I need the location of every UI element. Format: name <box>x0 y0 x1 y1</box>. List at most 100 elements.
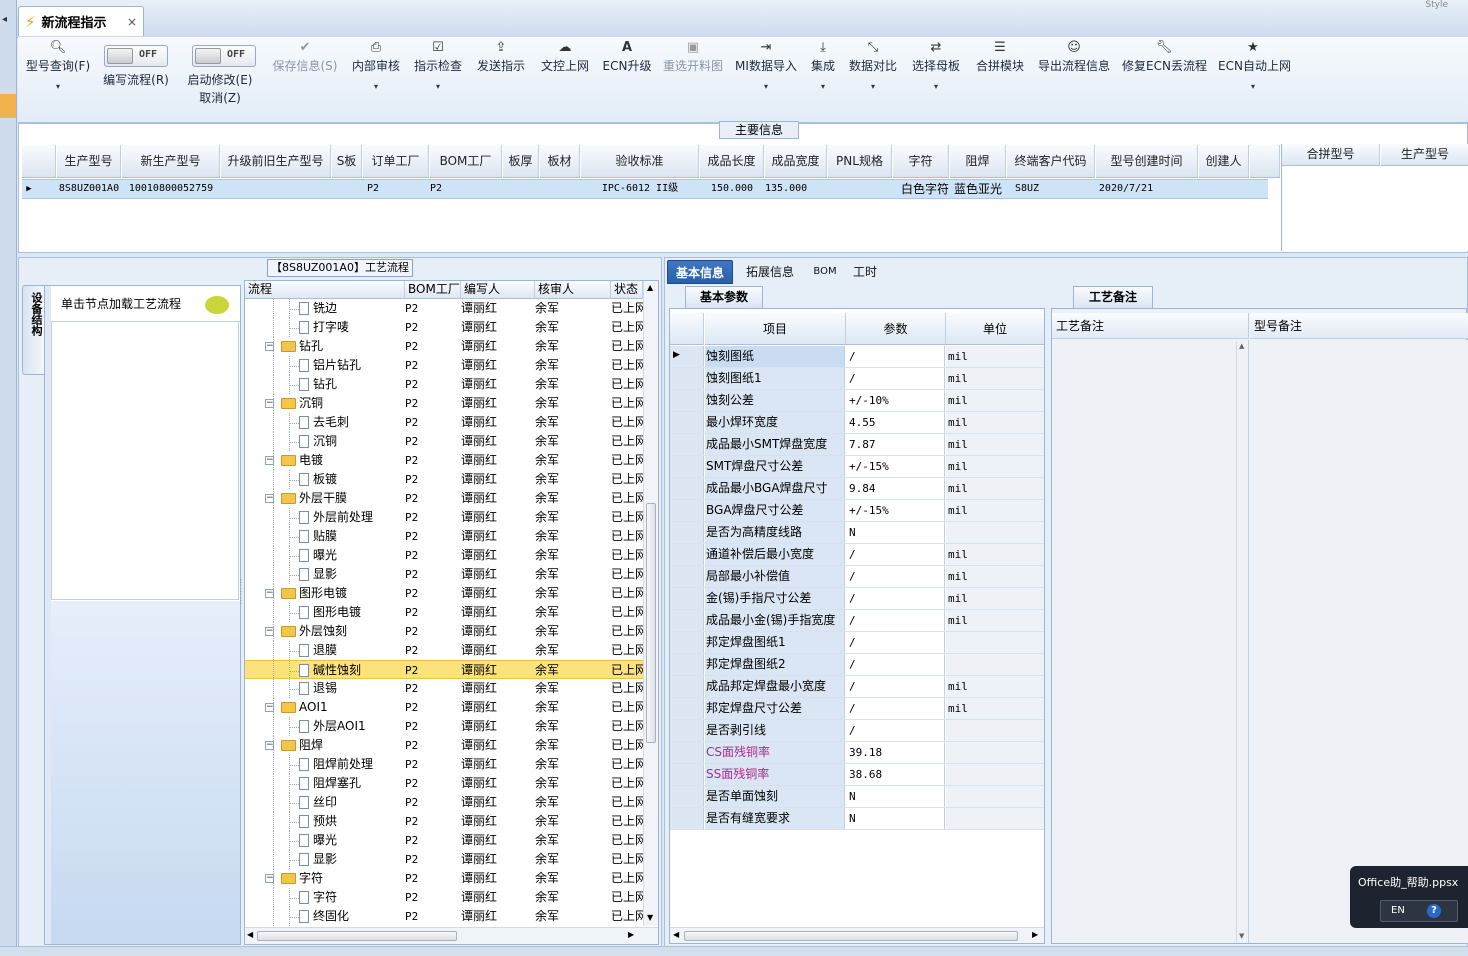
tree-node[interactable]: 阻焊前处理 <box>299 755 373 774</box>
param-value[interactable]: / <box>846 588 945 609</box>
col-item[interactable]: 项目 <box>705 313 846 345</box>
row-header[interactable] <box>670 434 704 455</box>
row-header[interactable] <box>670 456 704 477</box>
tree-row[interactable]: − 阻焊 P2 谭丽红 余军 已上网 <box>245 736 643 755</box>
row-header[interactable] <box>670 478 704 499</box>
tree-row[interactable]: 钻孔 P2 谭丽红 余军 已上网 <box>245 375 643 394</box>
tree-node[interactable]: 钻孔 <box>281 337 323 356</box>
scroll-thumb[interactable] <box>257 931 457 941</box>
chevron-down-icon[interactable]: ▾ <box>412 82 464 91</box>
col-new-production-model[interactable]: 新生产型号 <box>122 145 220 178</box>
collapse-toggle-icon[interactable]: − <box>265 627 274 636</box>
tree-node[interactable]: 字符 <box>281 869 323 888</box>
dock-highlight[interactable] <box>0 94 16 118</box>
param-row[interactable]: 金(锡)手指尺寸公差 / mil <box>670 588 1044 610</box>
chevron-down-icon[interactable]: ▾ <box>734 82 798 91</box>
vertical-tab-device-structure[interactable]: 设备结构 <box>22 285 44 375</box>
tree-node[interactable]: 图形电镀 <box>281 584 347 603</box>
merge-module-button[interactable]: ☰ 合拼模块 <box>974 39 1026 74</box>
tree-node[interactable]: 退膜 <box>299 641 337 660</box>
param-value[interactable]: / <box>846 632 945 653</box>
param-value[interactable]: / <box>846 654 945 675</box>
param-value[interactable]: / <box>846 610 945 631</box>
doc-upload-button[interactable]: ☁ 文控上网 <box>538 39 592 74</box>
param-value[interactable]: / <box>846 346 945 367</box>
col-customer-code[interactable]: 终端客户代码 <box>1007 145 1095 178</box>
tab-extended-info[interactable]: 拓展信息 <box>737 260 803 284</box>
tree-row[interactable]: − 字符 P2 谭丽红 余军 已上网 <box>245 869 643 888</box>
collapse-toggle-icon[interactable]: − <box>265 399 274 408</box>
cell-solder-mask[interactable]: 蓝色亚光 <box>950 179 1006 199</box>
param-value[interactable]: / <box>846 566 945 587</box>
tree-node[interactable]: AOI1 <box>281 698 328 717</box>
param-value[interactable]: / <box>846 698 945 719</box>
tab-work-hours[interactable]: 工时 <box>847 260 883 284</box>
param-row[interactable]: 成品最小金(锡)手指宽度 / mil <box>670 610 1044 632</box>
speech-bubble-icon[interactable] <box>205 296 229 314</box>
tree-node[interactable]: 打字唛 <box>299 318 349 337</box>
param-row[interactable]: 成品最小SMT焊盘宽度 7.87 mil <box>670 434 1044 456</box>
row-header[interactable] <box>670 368 704 389</box>
param-row[interactable]: 邦定焊盘尺寸公差 / mil <box>670 698 1044 720</box>
language-bar[interactable]: EN ? <box>1380 900 1458 922</box>
integrate-button[interactable]: ⤓ 集成 ▾ <box>806 39 840 91</box>
row-header[interactable] <box>670 676 704 697</box>
collapse-arrow-icon[interactable]: ◂ <box>2 14 7 25</box>
row-header[interactable] <box>670 522 704 543</box>
col-character[interactable]: 字符 <box>893 145 949 178</box>
col-acceptance-standard[interactable]: 验收标准 <box>581 145 699 178</box>
col-merge-production-model[interactable]: 生产型号 <box>1381 144 1468 166</box>
param-row[interactable]: 是否剥引线 / <box>670 720 1044 742</box>
row-header[interactable] <box>670 654 704 675</box>
param-value[interactable]: 4.55 <box>846 412 945 433</box>
cell-production-model[interactable]: 8S8UZ001A0 <box>57 179 121 199</box>
close-icon[interactable]: × <box>127 15 137 29</box>
col-old-model[interactable]: 升级前旧生产型号 <box>221 145 331 178</box>
cell-new-production-model[interactable]: 10010800052759 <box>122 179 220 199</box>
param-row[interactable]: 邦定焊盘图纸2/ <box>670 654 1044 676</box>
scroll-left-icon[interactable]: ◀ <box>247 930 253 939</box>
tab-basic-info[interactable]: 基本信息 <box>667 260 733 284</box>
row-header[interactable] <box>670 698 704 719</box>
tree-row[interactable]: 贴膜 P2 谭丽红 余军 已上网 <box>245 527 643 546</box>
collapse-toggle-icon[interactable]: − <box>265 494 274 503</box>
tree-node[interactable]: 阻焊 <box>281 736 323 755</box>
scroll-up-icon[interactable]: ▲ <box>1239 342 1244 350</box>
param-row[interactable]: SMT焊盘尺寸公差 +/-15% mil <box>670 456 1044 478</box>
col-param[interactable]: 参数 <box>846 313 946 345</box>
tree-row[interactable]: 退膜 P2 谭丽红 余军 已上网 <box>245 641 643 660</box>
param-value[interactable]: 7.87 <box>846 434 945 455</box>
tree-row[interactable]: 退锡 P2 谭丽红 余军 已上网 <box>245 679 643 698</box>
tree-row[interactable]: − 电镀 P2 谭丽红 余军 已上网 <box>245 451 643 470</box>
param-row[interactable]: 成品最小BGA焊盘尺寸 9.84 mil <box>670 478 1044 500</box>
param-row[interactable]: 局部最小补偿值 / mil <box>670 566 1044 588</box>
tree-row[interactable]: 字符 P2 谭丽红 余军 已上网 <box>245 888 643 907</box>
param-value[interactable]: 9.84 <box>846 478 945 499</box>
tree-row[interactable]: 图形电镀 P2 谭丽红 余军 已上网 <box>245 603 643 622</box>
param-row[interactable]: 蚀刻公差 +/-10% mil <box>670 390 1044 412</box>
row-header[interactable] <box>670 566 704 587</box>
tree-row[interactable]: 打字唛 P2 谭丽红 余军 已上网 <box>245 318 643 337</box>
save-info-button[interactable]: ✔ 保存信息(S) <box>270 39 340 74</box>
edit-flow-toggle[interactable]: OFF <box>104 45 168 67</box>
param-row[interactable]: 最小焊环宽度 4.55 mil <box>670 412 1044 434</box>
scroll-left-icon[interactable]: ◀ <box>673 930 679 939</box>
tree-node[interactable]: 去毛刺 <box>299 413 349 432</box>
tree-row[interactable]: 显影 P2 谭丽红 余军 已上网 <box>245 850 643 869</box>
col-pnl-spec[interactable]: PNL规格 <box>828 145 892 178</box>
col-creator[interactable]: 创建人 <box>1199 145 1249 178</box>
param-row[interactable]: 是否单面蚀刻 N <box>670 786 1044 808</box>
param-row[interactable]: 成品邦定焊盘最小宽度 / mil <box>670 676 1044 698</box>
tree-row[interactable]: 铣边 P2 谭丽红 余军 已上网 <box>245 299 643 318</box>
tree-node[interactable]: 外层前处理 <box>299 508 373 527</box>
param-row[interactable]: CS面残铜率 39.18 <box>670 742 1044 764</box>
cell-created-time[interactable]: 2020/7/21 <box>1096 179 1156 199</box>
tree-node[interactable]: 字符 <box>299 888 337 907</box>
row-header[interactable] <box>670 764 704 785</box>
language-indicator[interactable]: EN <box>1391 905 1405 916</box>
row-header[interactable] <box>670 500 704 521</box>
collapse-toggle-icon[interactable]: − <box>265 589 274 598</box>
scroll-down-icon[interactable]: ▼ <box>1239 932 1244 940</box>
tree-node[interactable]: 外层AOI1 <box>299 717 366 736</box>
param-value[interactable]: +/-15% <box>846 456 945 477</box>
